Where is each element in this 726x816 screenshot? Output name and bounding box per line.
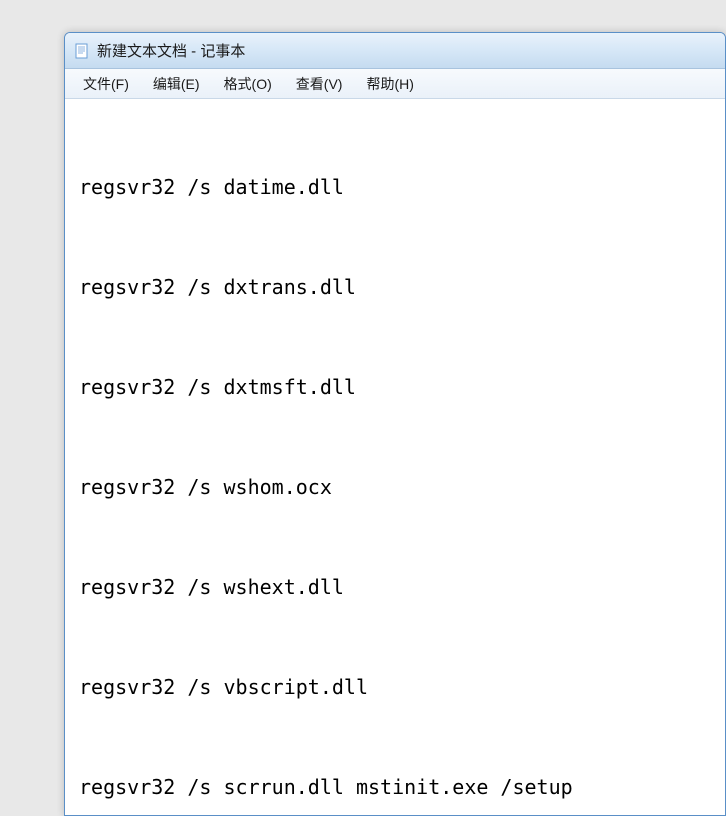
menu-edit[interactable]: 编辑(E) <box>141 70 212 98</box>
menu-format[interactable]: 格式(O) <box>212 70 284 98</box>
editor-line: regsvr32 /s wshext.dll <box>79 575 711 599</box>
editor-line: regsvr32 /s dxtmsft.dll <box>79 375 711 399</box>
window-title: 新建文本文档 - 记事本 <box>97 40 245 61</box>
notepad-window: 新建文本文档 - 记事本 文件(F) 编辑(E) 格式(O) 查看(V) 帮助(… <box>64 32 726 816</box>
menu-view[interactable]: 查看(V) <box>284 70 355 98</box>
editor-line: regsvr32 /s wshom.ocx <box>79 475 711 499</box>
editor-line: regsvr32 /s dxtrans.dll <box>79 275 711 299</box>
editor-line: regsvr32 /s datime.dll <box>79 175 711 199</box>
text-editor[interactable]: regsvr32 /s datime.dll regsvr32 /s dxtra… <box>65 99 725 815</box>
titlebar[interactable]: 新建文本文档 - 记事本 <box>65 33 725 69</box>
menu-file[interactable]: 文件(F) <box>71 70 141 98</box>
menubar: 文件(F) 编辑(E) 格式(O) 查看(V) 帮助(H) <box>65 69 725 99</box>
notepad-icon <box>73 42 91 60</box>
editor-line: regsvr32 /s scrrun.dll mstinit.exe /setu… <box>79 775 711 799</box>
editor-line: regsvr32 /s vbscript.dll <box>79 675 711 699</box>
menu-help[interactable]: 帮助(H) <box>354 70 425 98</box>
